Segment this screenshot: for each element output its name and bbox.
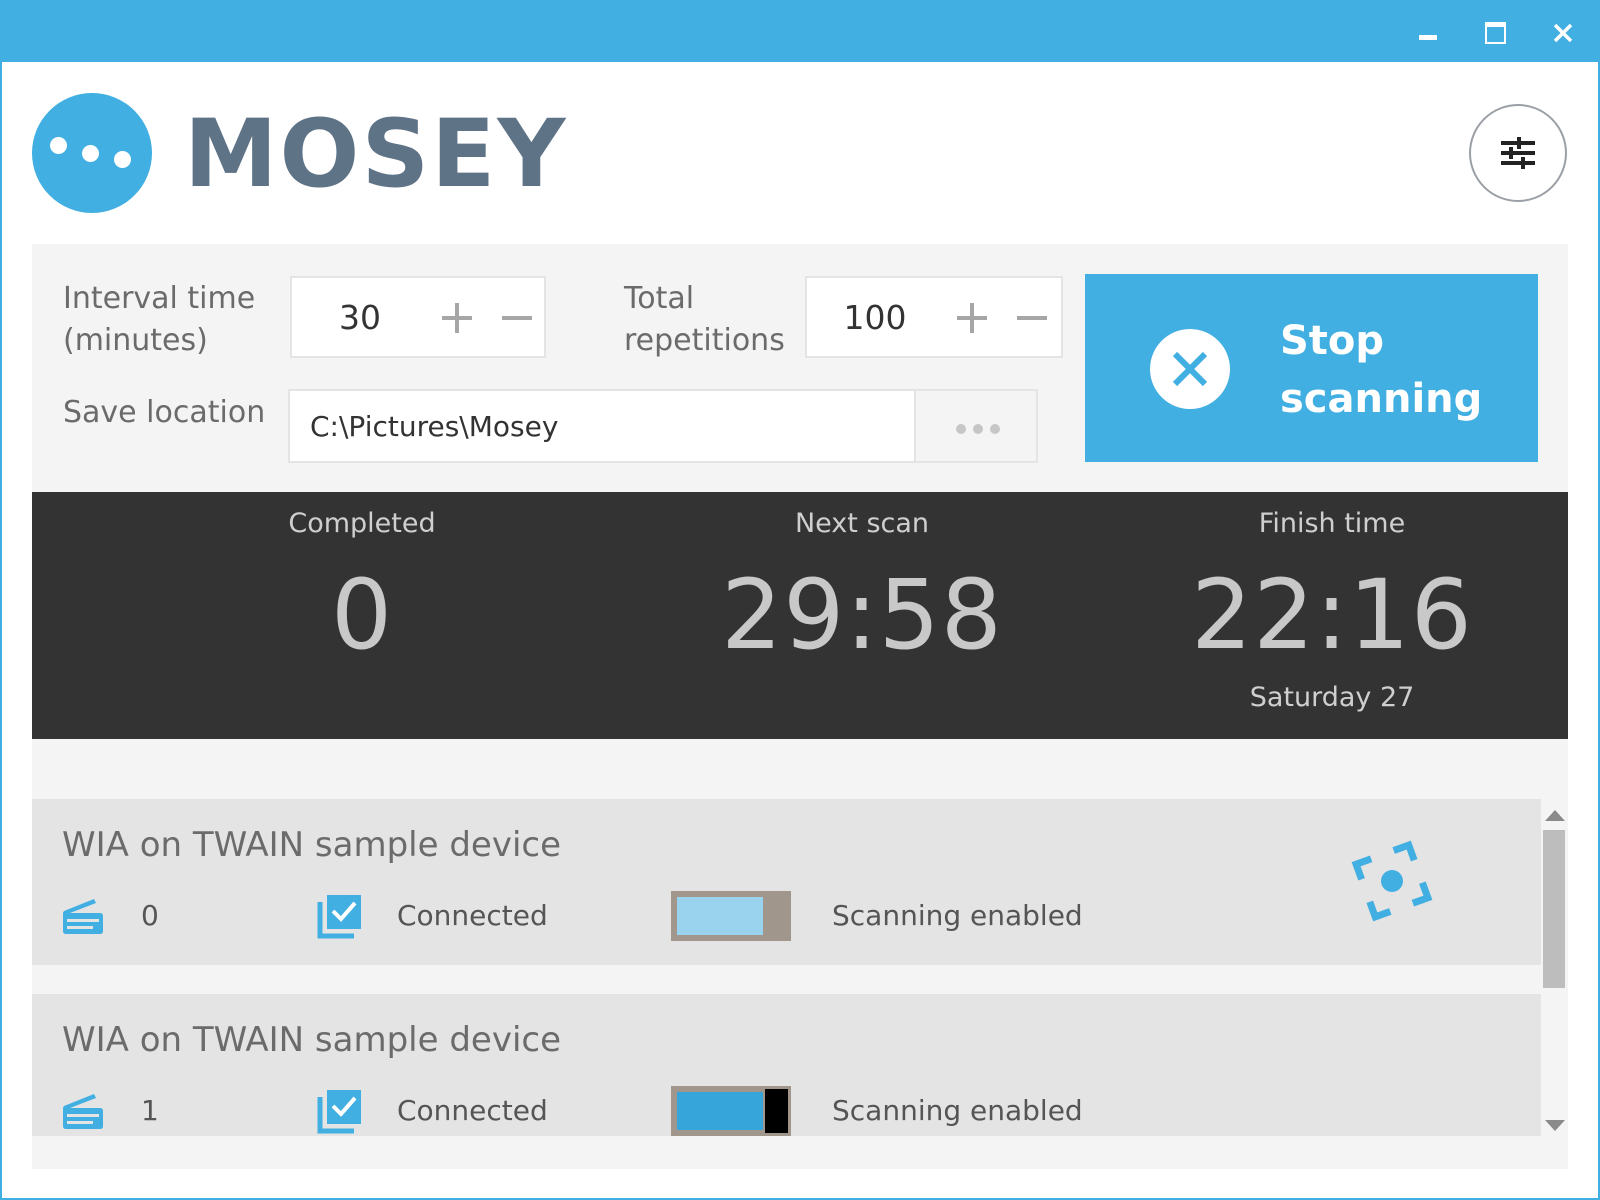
toggle-knob[interactable] [765,1089,788,1133]
interval-value[interactable]: 30 [292,278,428,356]
connection-status: Connected [397,1094,548,1127]
repetitions-label: Total repetitions [624,281,785,358]
repetitions-stepper[interactable]: 100 [805,276,1063,358]
stop-scanning-label: Stop scanning [1280,318,1483,422]
device-name: WIA on TWAIN sample device [62,825,562,865]
connection-status: Connected [397,899,548,932]
save-location-field[interactable]: C:\Pictures\Mosey [288,389,1038,463]
device-card[interactable]: WIA on TWAIN sample device 1 Connected S… [32,994,1541,1136]
toggle-fill [677,897,763,935]
scroll-down-icon[interactable] [1545,1120,1565,1131]
repetitions-value[interactable]: 100 [807,278,943,356]
save-location-value[interactable]: C:\Pictures\Mosey [310,391,558,463]
completed-stat: Completed 0 [112,492,612,670]
stop-scanning-button[interactable]: Stop scanning [1085,274,1538,462]
next-scan-label: Next scan [794,508,930,539]
finish-time-label: Finish time [1258,508,1406,539]
completed-label: Completed [288,508,436,539]
title-bar[interactable] [0,0,1600,62]
toggle-knob[interactable] [765,894,788,938]
interval-minus-button[interactable] [498,298,538,338]
settings-button[interactable] [1469,104,1567,202]
connected-check-icon [317,895,361,939]
repetitions-plus-button[interactable] [953,298,993,338]
scanning-toggle[interactable] [671,891,791,941]
toggle-fill [677,1092,763,1130]
interval-label: Interval time (minutes) [63,281,256,358]
scroll-thumb[interactable] [1543,830,1565,988]
close-icon[interactable] [1532,8,1592,54]
connected-check-icon [317,1090,361,1134]
scanner-icon [63,1094,103,1129]
repetitions-minus-button[interactable] [1013,298,1053,338]
scan-count: 1 [141,1094,159,1127]
interval-stepper[interactable]: 30 [290,276,546,358]
next-scan-stat: Next scan 29:58 [612,492,1112,670]
completed-value: 0 [330,559,394,671]
scan-count: 0 [141,899,159,932]
finish-time-stat: Finish time 22:16 Saturday 27 [1082,492,1582,718]
scanning-toggle[interactable] [671,1086,791,1136]
app-logo-icon [32,93,152,213]
sliders-icon [1501,137,1535,169]
next-scan-value: 29:58 [721,559,1003,671]
interval-plus-button[interactable] [438,298,478,338]
app-title: MOSEY [184,100,568,209]
stats-panel: Completed 0 Next scan 29:58 Finish time … [32,492,1568,739]
save-location-label: Save location [63,395,266,430]
browse-button[interactable] [914,389,1038,463]
scroll-up-icon[interactable] [1545,810,1565,821]
maximize-icon[interactable] [1465,8,1525,54]
finish-day: Saturday 27 [1249,682,1415,713]
device-name: WIA on TWAIN sample device [62,1020,562,1060]
focus-scan-icon[interactable] [1350,839,1434,923]
scanning-enabled-label: Scanning enabled [832,1094,1083,1127]
device-card[interactable]: WIA on TWAIN sample device 0 Connected S… [32,799,1541,965]
finish-time-value: 22:16 [1191,559,1473,671]
close-circle-icon [1150,329,1230,409]
device-list-scrollbar[interactable] [1541,800,1568,1135]
scanning-enabled-label: Scanning enabled [832,899,1083,932]
scanner-icon [63,899,103,934]
minimize-icon[interactable] [1398,8,1458,54]
